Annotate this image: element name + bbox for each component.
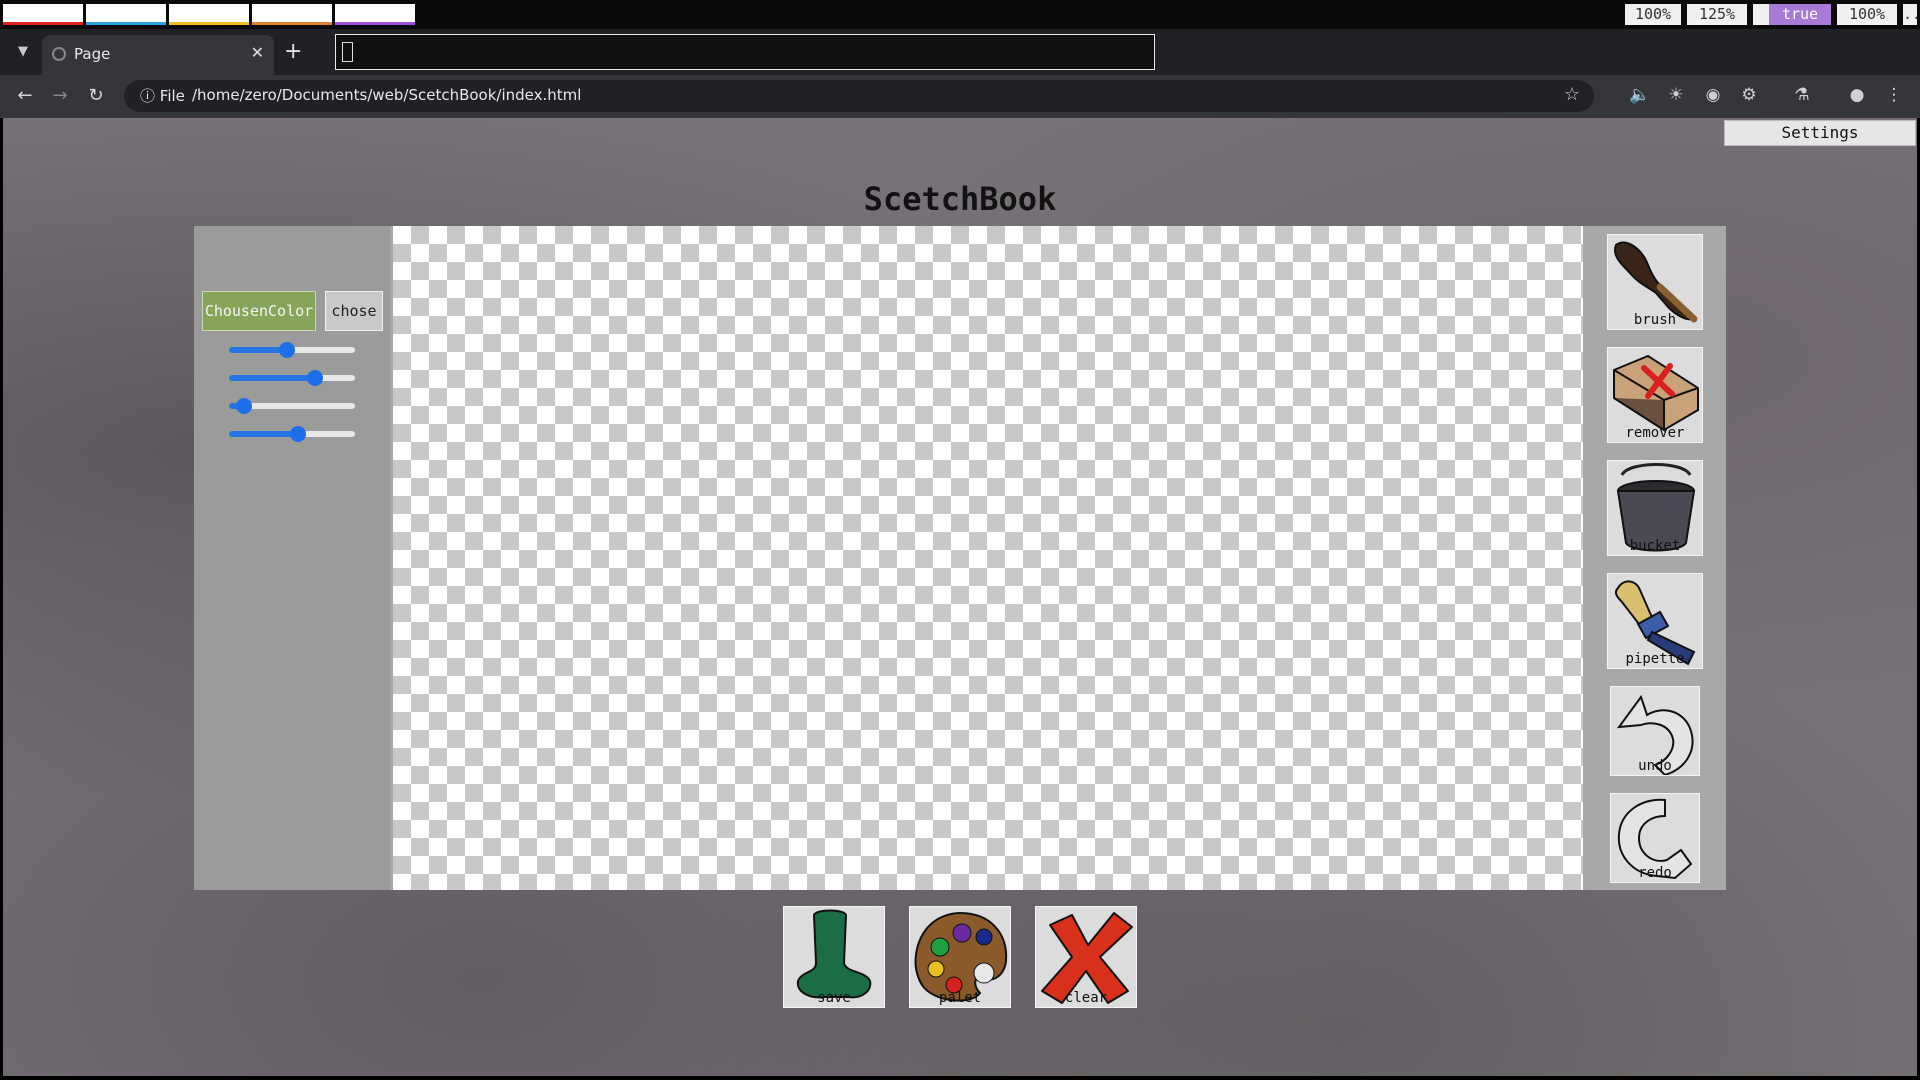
- undo-tool-button[interactable]: undo: [1610, 686, 1700, 776]
- color-slider-4[interactable]: [229, 426, 355, 442]
- tool-label: bucket: [1629, 538, 1681, 554]
- browser-toolbar: ← → ↻ ⓘ File /home/zero/Documents/web/Sc…: [0, 75, 1920, 118]
- text-caret: [342, 42, 353, 62]
- pipette-tool-button[interactable]: pipette: [1607, 573, 1703, 669]
- slider-thumb[interactable]: [306, 370, 323, 386]
- system-bar: 100% 125% true 100% ...: [0, 0, 1920, 29]
- tool-label: brush: [1633, 312, 1677, 328]
- workspace-button-2[interactable]: [86, 4, 166, 25]
- info-icon: ⓘ: [140, 87, 156, 105]
- sketch-panel: ChousenColor chose brush remover bucket …: [194, 226, 1726, 890]
- save-button[interactable]: save: [783, 906, 885, 1008]
- redo-tool-button[interactable]: redo: [1610, 793, 1700, 883]
- address-scheme: File: [159, 87, 185, 105]
- bookmark-star-icon[interactable]: ☆: [1564, 84, 1580, 105]
- color-slider-3[interactable]: [229, 398, 355, 414]
- puzzle-icon[interactable]: ⚙: [1738, 85, 1760, 105]
- forward-icon[interactable]: →: [49, 85, 71, 106]
- indicator-brightness[interactable]: 125%: [1687, 4, 1747, 25]
- tool-label: remover: [1625, 425, 1685, 441]
- indicator-toggle[interactable]: true: [1769, 4, 1831, 25]
- browser-tab-strip: ▼ Page ✕ +: [0, 29, 1920, 75]
- brush-tool-button[interactable]: brush: [1607, 234, 1703, 330]
- slider-thumb[interactable]: [290, 426, 307, 442]
- color-slider-1[interactable]: [229, 342, 355, 358]
- workspace-button-5[interactable]: [335, 4, 415, 25]
- action-label: save: [817, 990, 851, 1006]
- back-icon[interactable]: ←: [14, 85, 36, 106]
- drawing-canvas[interactable]: [393, 226, 1583, 890]
- indicator-more[interactable]: ...: [1903, 4, 1920, 25]
- indicator-spacer: [1753, 4, 1769, 25]
- color-controls: ChousenColor chose: [194, 226, 390, 890]
- tab-search-icon[interactable]: ▼: [12, 41, 34, 63]
- flask-icon[interactable]: ⚗: [1791, 85, 1813, 105]
- tool-label: pipette: [1625, 651, 1685, 667]
- menu-kebab-icon[interactable]: ⋮: [1883, 85, 1905, 105]
- slider-thumb[interactable]: [278, 342, 295, 358]
- chose-color-button[interactable]: chose: [325, 291, 383, 331]
- workspace-button-3[interactable]: [169, 4, 249, 25]
- browser-tab[interactable]: Page ✕: [42, 35, 274, 75]
- slider-fill: [229, 431, 299, 437]
- action-label: clear: [1064, 990, 1108, 1006]
- profile-icon[interactable]: ●: [1846, 85, 1868, 105]
- tool-label: redo: [1638, 865, 1672, 881]
- site-info-chip[interactable]: ⓘ File: [134, 85, 191, 107]
- action-label: palet: [938, 990, 982, 1006]
- slider-thumb[interactable]: [236, 398, 253, 414]
- remover-tool-button[interactable]: remover: [1607, 347, 1703, 443]
- app-title: ScetchBook: [863, 180, 1057, 218]
- workspace-button-1[interactable]: [3, 4, 83, 25]
- extension-badge-icon[interactable]: ◉: [1702, 85, 1724, 105]
- globe-icon: [52, 47, 66, 61]
- address-bar[interactable]: ⓘ File /home/zero/Documents/web/ScetchBo…: [124, 80, 1594, 112]
- address-url[interactable]: /home/zero/Documents/web/ScetchBook/inde…: [192, 86, 581, 104]
- tab-title: Page: [74, 45, 111, 63]
- action-bar: save palet clear: [3, 906, 1917, 1010]
- chosen-color-button[interactable]: ChousenColor: [202, 291, 316, 331]
- speaker-icon[interactable]: 🔈: [1629, 85, 1651, 105]
- workspace-button-4[interactable]: [252, 4, 332, 25]
- close-icon[interactable]: ✕: [251, 43, 264, 62]
- indicator-volume[interactable]: 100%: [1625, 4, 1681, 25]
- text-input-box[interactable]: [335, 34, 1155, 70]
- indicator-battery[interactable]: 100%: [1837, 4, 1897, 25]
- page-viewport: Settings ScetchBook ChousenColor chose b…: [3, 118, 1917, 1076]
- tool-label: undo: [1638, 758, 1672, 774]
- palet-button[interactable]: palet: [909, 906, 1011, 1008]
- new-tab-icon[interactable]: +: [284, 39, 302, 64]
- clear-button[interactable]: clear: [1035, 906, 1137, 1008]
- bucket-tool-button[interactable]: bucket: [1607, 460, 1703, 556]
- slider-fill: [229, 375, 315, 381]
- reload-icon[interactable]: ↻: [85, 85, 107, 106]
- brightness-icon[interactable]: ☀: [1665, 85, 1687, 105]
- color-slider-2[interactable]: [229, 370, 355, 386]
- settings-button[interactable]: Settings: [1724, 120, 1916, 146]
